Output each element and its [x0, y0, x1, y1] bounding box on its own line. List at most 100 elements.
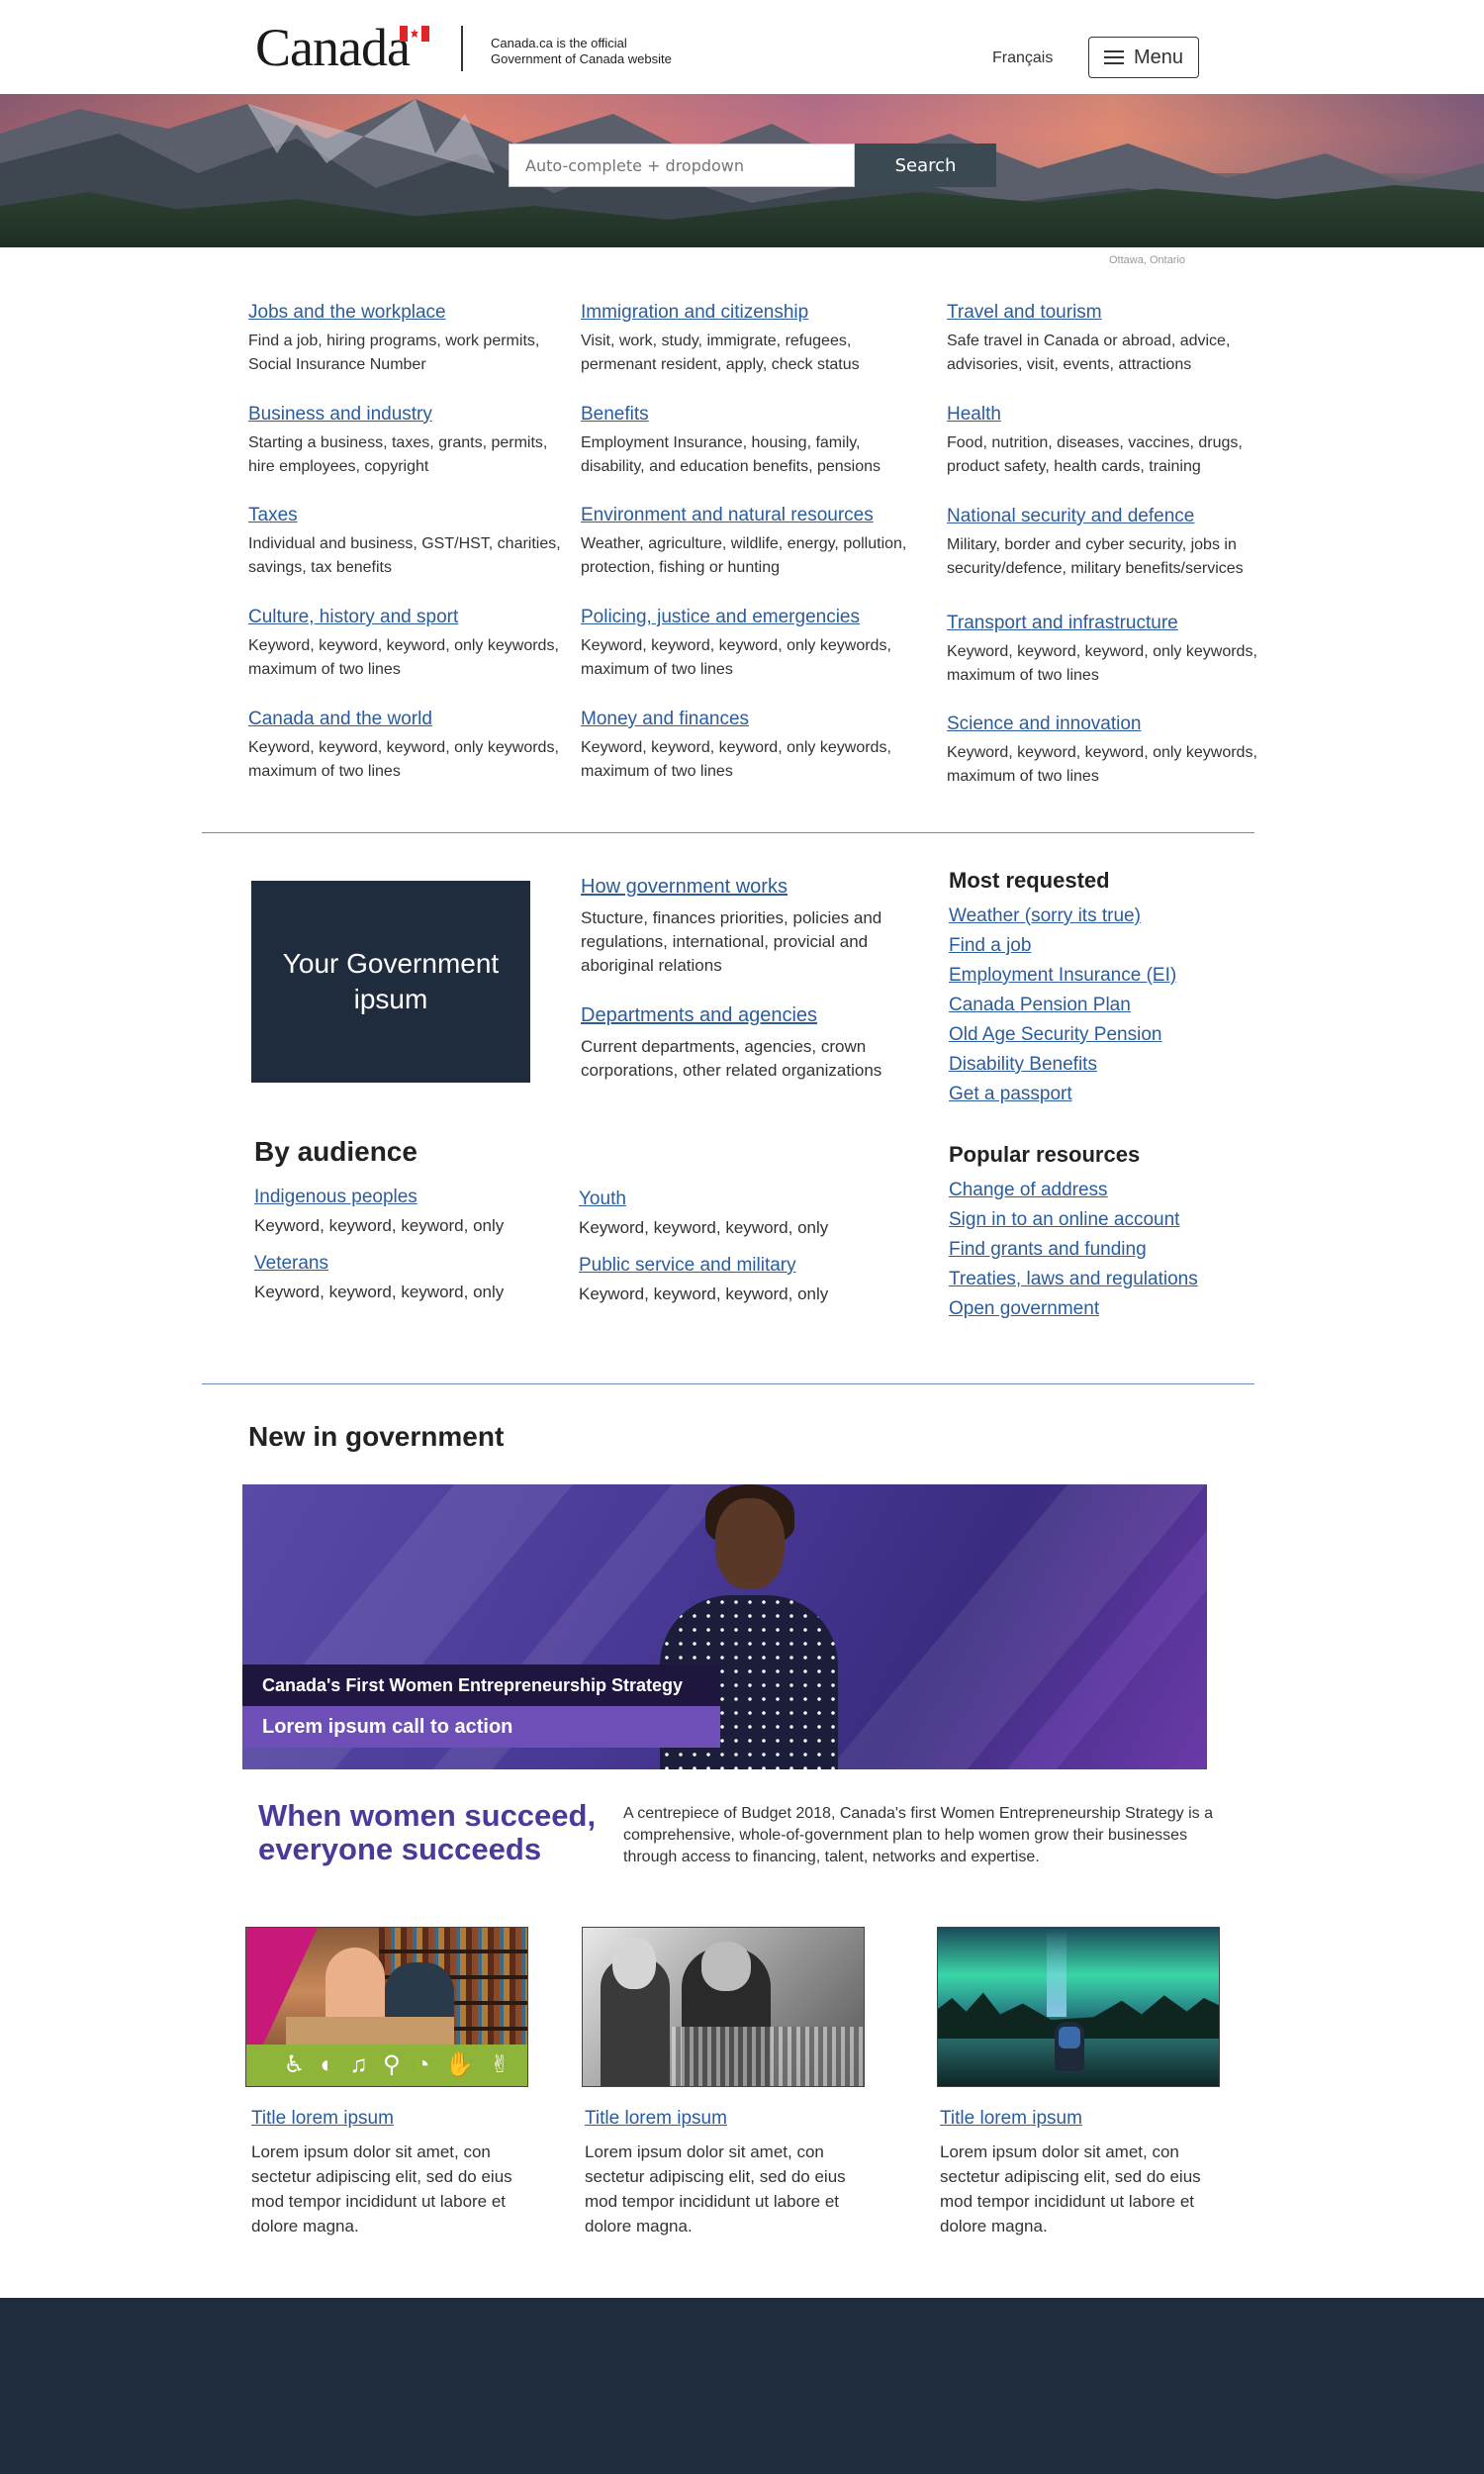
topic-policing: Policing, justice and emergencies Keywor…: [581, 607, 927, 682]
topic-link[interactable]: Science and innovation: [947, 714, 1273, 735]
hand-icon: ✌: [490, 2051, 510, 2078]
most-requested-link[interactable]: Employment Insurance (EI): [949, 965, 1176, 986]
list-item: Weather (sorry its true): [949, 902, 1176, 931]
topic-description: Keyword, keyword, keyword, only keywords…: [947, 643, 1257, 684]
topic-description: Weather, agriculture, wildlife, energy, …: [581, 535, 907, 576]
most-requested-link[interactable]: Find a job: [949, 935, 1031, 956]
speech-icon: ◔: [415, 2051, 430, 2078]
departments-agencies: Departments and agencies Current departm…: [581, 1004, 922, 1083]
most-requested-link[interactable]: Old Age Security Pension: [949, 1024, 1161, 1045]
search-input[interactable]: [509, 143, 855, 187]
menu-button[interactable]: Menu: [1088, 37, 1199, 78]
list-item: Treaties, laws and regulations: [949, 1265, 1198, 1294]
card-title-link[interactable]: Title lorem ipsum: [251, 2108, 394, 2130]
card-description: Lorem ipsum dolor sit amet, con sectetur…: [251, 2142, 512, 2236]
logo-text: Canada: [255, 18, 411, 77]
card-image-northern-lights[interactable]: [937, 1927, 1220, 2087]
feature-description: A centrepiece of Budget 2018, Canada's f…: [623, 1805, 1213, 1865]
topic-link[interactable]: Transport and infrastructure: [947, 613, 1273, 634]
topic-taxes: Taxes Individual and business, GST/HST, …: [248, 505, 575, 580]
most-requested-list: Weather (sorry its true) Find a job Empl…: [949, 902, 1176, 1109]
popular-resource-link[interactable]: Find grants and funding: [949, 1239, 1147, 1260]
audience-link[interactable]: Youth: [579, 1189, 895, 1210]
feature-cta-button[interactable]: Lorem ipsum call to action: [242, 1706, 720, 1748]
how-government-works-link[interactable]: How government works: [581, 876, 922, 899]
photo-credit: Ottawa, Ontario: [1109, 254, 1186, 266]
topic-link[interactable]: Policing, justice and emergencies: [581, 607, 927, 628]
card-title-link[interactable]: Title lorem ipsum: [585, 2108, 727, 2130]
most-requested-link[interactable]: Disability Benefits: [949, 1054, 1097, 1075]
audience-description: Keyword, keyword, keyword, only: [579, 1285, 829, 1303]
accessibility-icons-bar: ♿ ◐ ♫ ⚲ ◔ ✋ ✌: [246, 2045, 527, 2086]
popular-resources-list: Change of address Sign in to an online a…: [949, 1176, 1198, 1324]
hearing-icon: ◐: [320, 2051, 335, 2078]
topic-link[interactable]: Money and finances: [581, 709, 927, 730]
search-form: Search: [509, 143, 996, 187]
how-government-works: How government works Stucture, finances …: [581, 876, 922, 978]
your-government-title: Your Government ipsum: [282, 948, 500, 1014]
section-divider: [202, 832, 1254, 833]
topic-link[interactable]: Jobs and the workplace: [248, 302, 575, 324]
topic-link[interactable]: Business and industry: [248, 404, 575, 426]
topic-money: Money and finances Keyword, keyword, key…: [581, 709, 927, 784]
card-description: Lorem ipsum dolor sit amet, con sectetur…: [940, 2142, 1201, 2236]
card-image-accessibility[interactable]: ♿ ◐ ♫ ⚲ ◔ ✋ ✌: [245, 1927, 528, 2087]
official-line-2: Government of Canada website: [491, 51, 672, 66]
topic-travel: Travel and tourism Safe travel in Canada…: [947, 302, 1273, 377]
feature-banner[interactable]: Canada's First Women Entrepreneurship St…: [242, 1484, 1207, 1769]
topic-link[interactable]: Health: [947, 404, 1273, 426]
audience-indigenous: Indigenous peoples Keyword, keyword, key…: [254, 1187, 571, 1236]
topic-description: Keyword, keyword, keyword, only keywords…: [581, 637, 891, 678]
most-requested-heading: Most requested: [949, 868, 1110, 893]
language-toggle-link[interactable]: Français: [992, 49, 1053, 67]
topic-link[interactable]: Benefits: [581, 404, 927, 426]
search-button[interactable]: Search: [855, 143, 996, 187]
topic-link[interactable]: Canada and the world: [248, 709, 575, 730]
list-item: Sign in to an online account: [949, 1205, 1198, 1235]
your-government-tile[interactable]: Your Government ipsum: [251, 881, 530, 1083]
list-item: Change of address: [949, 1176, 1198, 1205]
topic-description: Food, nutrition, diseases, vaccines, dru…: [947, 434, 1243, 475]
popular-resource-link[interactable]: Change of address: [949, 1180, 1108, 1200]
card-description: Lorem ipsum dolor sit amet, con sectetur…: [585, 2142, 846, 2236]
cane-icon: ⚲: [382, 2051, 401, 2078]
sign-language-icon: ✋: [444, 2051, 475, 2078]
popular-resource-link[interactable]: Treaties, laws and regulations: [949, 1269, 1198, 1289]
topic-link[interactable]: Travel and tourism: [947, 302, 1273, 324]
card-title-link[interactable]: Title lorem ipsum: [940, 2108, 1082, 2130]
audience-link[interactable]: Indigenous peoples: [254, 1187, 571, 1208]
popular-resources-heading: Popular resources: [949, 1142, 1141, 1167]
menu-label: Menu: [1133, 46, 1184, 68]
topic-link[interactable]: Environment and natural resources: [581, 505, 927, 526]
departments-agencies-desc: Current departments, agencies, crown cor…: [581, 1037, 882, 1080]
list-item: Old Age Security Pension: [949, 1020, 1176, 1050]
topic-link[interactable]: Taxes: [248, 505, 575, 526]
audio-icon: ♫: [349, 2051, 368, 2078]
audience-youth: Youth Keyword, keyword, keyword, only: [579, 1189, 895, 1238]
list-item: Employment Insurance (EI): [949, 961, 1176, 991]
card-image-workers[interactable]: [582, 1927, 865, 2087]
list-item: Canada Pension Plan: [949, 991, 1176, 1020]
topic-link[interactable]: Culture, history and sport: [248, 607, 575, 628]
audience-link[interactable]: Public service and military: [579, 1255, 895, 1277]
popular-resource-link[interactable]: Open government: [949, 1298, 1099, 1319]
topic-link[interactable]: National security and defence: [947, 506, 1288, 527]
site-header: Canada Canada.ca is the official Governm…: [0, 0, 1484, 94]
audience-description: Keyword, keyword, keyword, only: [579, 1218, 829, 1237]
list-item: Find a job: [949, 931, 1176, 961]
topic-transport: Transport and infrastructure Keyword, ke…: [947, 613, 1273, 688]
section-divider: [202, 1383, 1254, 1384]
topic-description: Employment Insurance, housing, family, d…: [581, 434, 881, 475]
most-requested-link[interactable]: Weather (sorry its true): [949, 905, 1141, 926]
departments-agencies-link[interactable]: Departments and agencies: [581, 1004, 922, 1027]
feature-slogan: When women succeed, everyone succeeds: [258, 1798, 597, 1866]
most-requested-link[interactable]: Get a passport: [949, 1084, 1072, 1104]
topic-link[interactable]: Immigration and citizenship: [581, 302, 927, 324]
topic-description: Find a job, hiring programs, work permit…: [248, 333, 540, 373]
most-requested-link[interactable]: Canada Pension Plan: [949, 995, 1131, 1015]
popular-resource-link[interactable]: Sign in to an online account: [949, 1209, 1179, 1230]
audience-link[interactable]: Veterans: [254, 1253, 571, 1275]
audience-description: Keyword, keyword, keyword, only: [254, 1216, 505, 1235]
topic-description: Individual and business, GST/HST, charit…: [248, 535, 561, 576]
canada-wordmark[interactable]: Canada: [255, 18, 429, 77]
